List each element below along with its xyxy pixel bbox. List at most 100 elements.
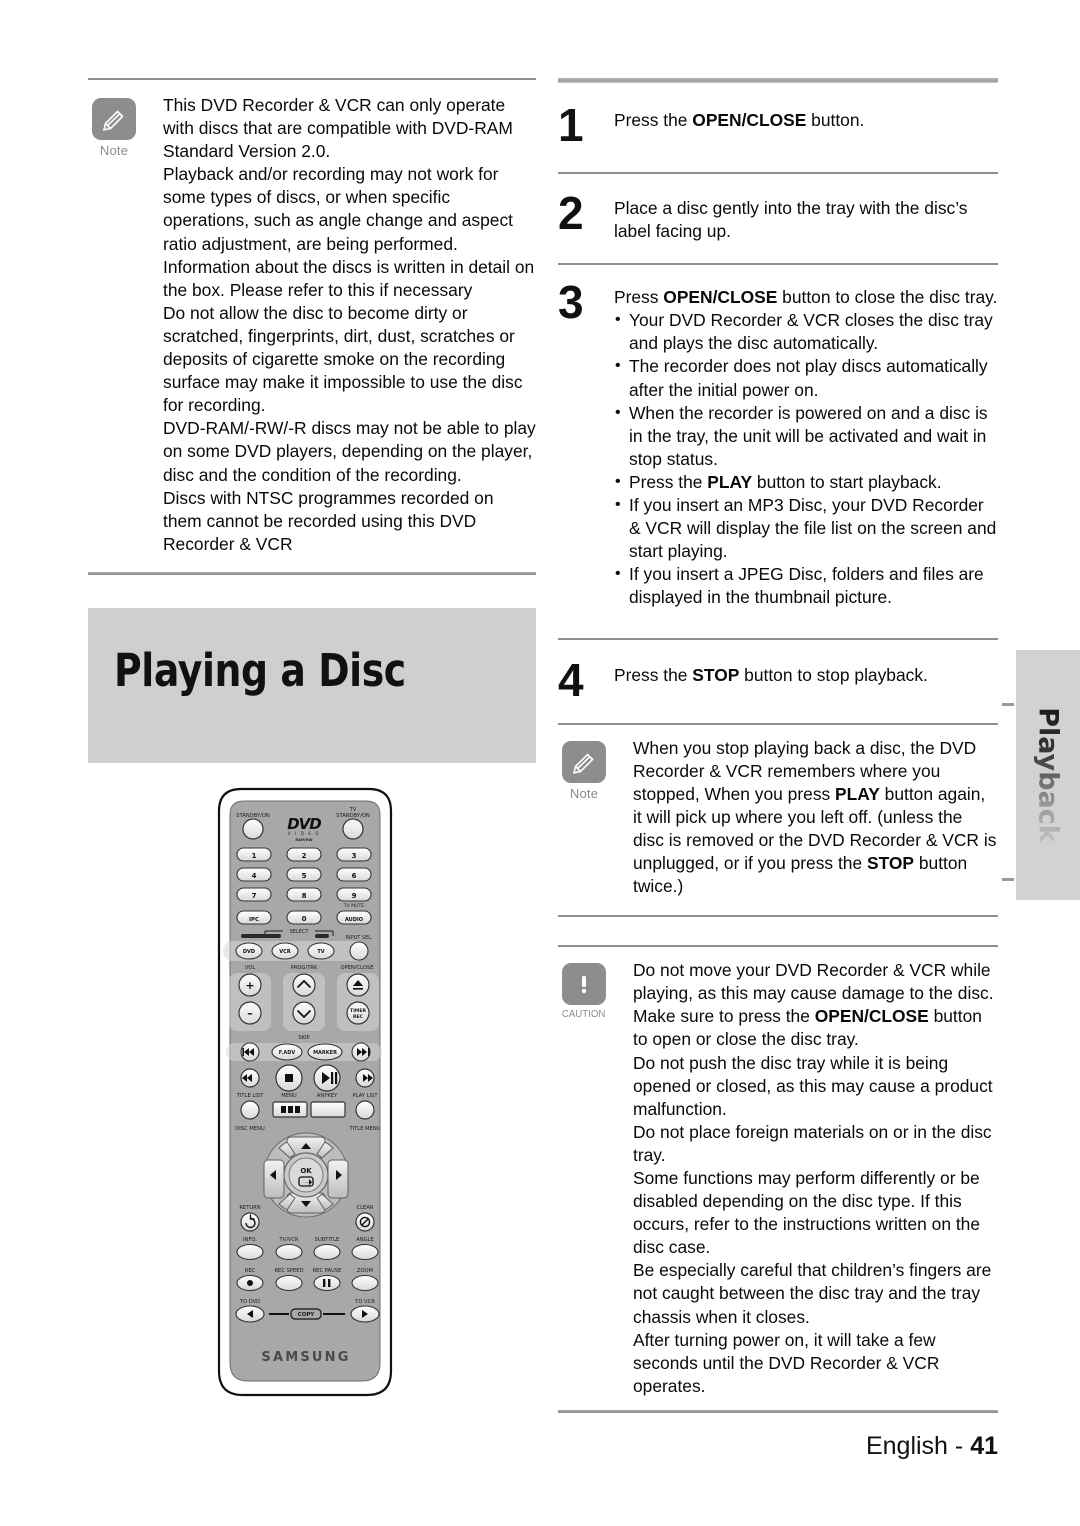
note-body-left: This DVD Recorder & VCR can only operate… <box>140 94 536 556</box>
caution-paragraph: Do not place foreign materials on or in … <box>633 1121 992 1165</box>
svg-text:OK: OK <box>300 1167 312 1175</box>
svg-text:ZOOM: ZOOM <box>357 1268 373 1274</box>
svg-text:TITLE MENU: TITLE MENU <box>348 1126 380 1132</box>
svg-text:RAM/RW: RAM/RW <box>295 838 312 842</box>
note-bold: PLAY <box>835 783 880 804</box>
step-text: Place a disc gently into the tray with t… <box>614 198 968 242</box>
svg-text:TIMER: TIMER <box>350 1008 367 1014</box>
svg-text:TV/VCR: TV/VCR <box>278 1237 299 1243</box>
svg-text:–: – <box>247 1007 253 1020</box>
svg-text:RETURN: RETURN <box>239 1205 260 1211</box>
step-text: Press <box>614 287 664 308</box>
note-paragraph: Do not allow the disc to become dirty or… <box>163 302 523 416</box>
step-body: Press the OPEN/CLOSE button. <box>614 103 998 132</box>
svg-text:4: 4 <box>252 872 257 880</box>
note-badge: Note <box>558 737 610 801</box>
note-badge: Note <box>88 94 140 158</box>
svg-text:INFO.: INFO. <box>243 1237 257 1243</box>
step-number: 2 <box>558 187 584 239</box>
svg-text:PROG/TRK: PROG/TRK <box>291 965 318 971</box>
step-number: 3 <box>558 276 584 329</box>
step-bold: OPEN/CLOSE <box>663 287 778 308</box>
svg-text:REC: REC <box>245 1268 256 1274</box>
note-paragraph: DVD-RAM/-RW/-R discs may not be able to … <box>163 418 536 485</box>
step-bold: STOP <box>692 664 740 685</box>
footer-page-number: 41 <box>970 1432 998 1460</box>
bullet-bold: PLAY <box>707 471 753 492</box>
svg-text:TO DVD: TO DVD <box>239 1299 260 1305</box>
chapter-tab-label: Playback <box>1032 707 1064 843</box>
step-bold: OPEN/CLOSE <box>692 110 807 130</box>
note-paragraph: Playback and/or recording may not work f… <box>163 164 535 300</box>
svg-text:SKIP: SKIP <box>298 1035 309 1041</box>
svg-text:V I D E O: V I D E O <box>288 831 320 836</box>
note-block-right: Note When you stop playing back a disc, … <box>558 737 998 899</box>
svg-text:MARKER: MARKER <box>313 1050 337 1056</box>
caution-paragraph: After turning power on, it will take a f… <box>633 1329 940 1396</box>
svg-text:INPUT SEL.: INPUT SEL. <box>345 935 373 941</box>
step-body: Press OPEN/CLOSE button to close the dis… <box>614 280 998 609</box>
note-block-left: Note This DVD Recorder & VCR can only op… <box>88 94 536 556</box>
svg-text:TV: TV <box>317 949 324 955</box>
right-column: 1 Press the OPEN/CLOSE button. 2 Place a… <box>558 78 998 1413</box>
bullet-text: button to start playback. <box>752 471 942 492</box>
note-badge-label: Note <box>569 785 599 801</box>
svg-text:IPC: IPC <box>249 917 259 923</box>
svg-text:REC SPEED: REC SPEED <box>274 1268 303 1274</box>
svg-text:1: 1 <box>252 852 257 860</box>
chapter-tab-playback: Playback <box>1016 650 1080 900</box>
svg-text:AUDIO: AUDIO <box>345 917 363 923</box>
svg-text:REC PAUSE: REC PAUSE <box>313 1268 342 1274</box>
bullet-item: When the recorder is powered on and a di… <box>614 401 998 471</box>
bullet-text: If you insert a JPEG Disc, folders and f… <box>629 564 984 608</box>
caution-paragraph: Do not push the disc tray while it is be… <box>633 1052 993 1119</box>
svg-text:TITLE LIST: TITLE LIST <box>236 1093 264 1099</box>
svg-text:DISC MENU: DISC MENU <box>235 1126 265 1132</box>
svg-text:OPEN/CLOSE: OPEN/CLOSE <box>340 965 373 971</box>
svg-text:COPY: COPY <box>298 1312 314 1318</box>
bullet-item: Your DVD Recorder & VCR closes the disc … <box>614 308 998 355</box>
caution-divider-top <box>558 945 998 948</box>
footer-language: English - <box>865 1432 964 1460</box>
tick-mark-bottom <box>1002 878 1014 881</box>
step-number: 4 <box>558 653 584 706</box>
caution-paragraph: Be especially careful that children’s fi… <box>633 1260 992 1327</box>
tick-mark-top <box>1002 703 1014 706</box>
bullet-text: If you insert an MP3 Disc, your DVD Reco… <box>629 495 997 562</box>
step-number: 1 <box>558 99 584 151</box>
left-bottom-divider <box>88 571 536 575</box>
bullet-item: Press the PLAY button to start playback. <box>614 470 998 494</box>
bullet-text: The recorder does not play discs automat… <box>629 356 988 400</box>
svg-text:REC: REC <box>353 1014 364 1020</box>
svg-text:7: 7 <box>252 892 257 900</box>
step-3-bullets: Your DVD Recorder & VCR closes the disc … <box>614 308 998 609</box>
step-2: 2 Place a disc gently into the tray with… <box>558 187 998 243</box>
bullet-item: The recorder does not play discs automat… <box>614 354 998 401</box>
svg-text:PLAY LIST: PLAY LIST <box>353 1093 379 1099</box>
svg-text:STANDBY/ON: STANDBY/ON <box>336 813 370 819</box>
svg-text:STANDBY/ON: STANDBY/ON <box>236 813 270 819</box>
svg-text:VOL: VOL <box>245 965 256 971</box>
svg-text:0: 0 <box>302 915 307 923</box>
step-4: 4 Press the STOP button to stop playback… <box>558 653 998 706</box>
pencil-icon <box>562 740 606 783</box>
svg-text:ANGLE: ANGLE <box>356 1237 374 1243</box>
step-1: 1 Press the OPEN/CLOSE button. <box>558 99 998 151</box>
bullet-text: When the recorder is powered on and a di… <box>629 402 988 469</box>
note-body-right: When you stop playing back a disc, the D… <box>610 737 998 899</box>
exclamation-icon <box>562 963 606 1006</box>
caution-badge: CAUTION <box>558 959 610 1020</box>
svg-text:MENU: MENU <box>281 1093 297 1099</box>
caution-body: Do not move your DVD Recorder & VCR whil… <box>610 959 998 1398</box>
svg-text:SAMSUNG: SAMSUNG <box>261 1350 350 1365</box>
note-paragraph: Discs with NTSC programmes recorded on t… <box>163 487 494 554</box>
step-text: Press the <box>614 664 693 685</box>
step-3: 3 Press OPEN/CLOSE button to close the d… <box>558 276 998 609</box>
caution-block: CAUTION Do not move your DVD Recorder & … <box>558 959 998 1398</box>
section-banner: Playing a Disc <box>88 608 536 763</box>
page-title: Playing a Disc <box>114 644 406 697</box>
svg-text:9: 9 <box>352 892 357 900</box>
svg-text:TO VCR: TO VCR <box>354 1299 375 1305</box>
caution-badge-label: CAUTION <box>562 1008 606 1021</box>
svg-text:2: 2 <box>302 852 307 860</box>
